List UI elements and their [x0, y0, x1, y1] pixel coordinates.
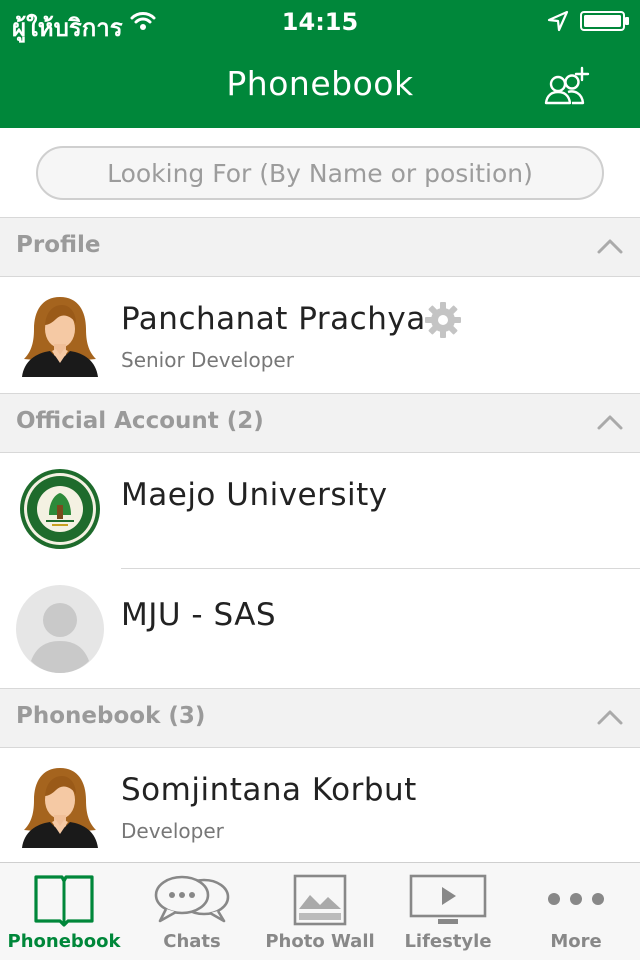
section-title: Phonebook (3) — [16, 703, 206, 729]
list-item-contact[interactable]: Somjintana Korbut Developer — [0, 748, 640, 862]
section-title: Official Account (2) — [16, 408, 264, 434]
tab-label: Chats — [163, 931, 221, 952]
tab-label: Lifestyle — [404, 931, 492, 952]
status-time: 14:15 — [281, 8, 359, 36]
section-header-profile[interactable]: Profile — [0, 217, 640, 277]
contact-name: Somjintana Korbut — [121, 772, 417, 808]
section-header-phonebook[interactable]: Phonebook (3) — [0, 688, 640, 748]
gear-icon[interactable] — [423, 300, 463, 340]
chevron-up-icon[interactable] — [596, 707, 624, 727]
search-input[interactable] — [36, 146, 604, 200]
contact-position: Developer — [121, 819, 224, 843]
list-item-official[interactable]: MJU - SAS — [0, 569, 640, 688]
tab-more[interactable]: More — [512, 863, 640, 960]
tab-bar: Phonebook Chats Photo Wall Lifestyle Mor… — [0, 862, 640, 960]
chevron-up-icon[interactable] — [596, 412, 624, 432]
app-header: ผู้ให้บริการ 14:15 Phonebook — [0, 0, 640, 128]
status-bar: ผู้ให้บริการ 14:15 — [0, 0, 640, 44]
tab-label: More — [550, 931, 602, 952]
tab-label: Phonebook — [7, 931, 121, 952]
female-avatar — [16, 760, 104, 848]
more-dots-icon — [548, 893, 604, 905]
profile-name: Panchanat Prachya — [121, 301, 426, 337]
tv-play-icon — [409, 874, 487, 924]
chat-bubbles-icon — [154, 875, 230, 923]
list-item-official[interactable]: Maejo University — [0, 453, 640, 569]
tab-lifestyle[interactable]: Lifestyle — [384, 863, 512, 960]
search-area — [0, 128, 640, 218]
default-avatar — [16, 585, 104, 673]
section-title: Profile — [16, 232, 101, 258]
section-header-official[interactable]: Official Account (2) — [0, 393, 640, 453]
add-contact-icon[interactable] — [544, 66, 590, 106]
book-icon — [34, 875, 94, 927]
female-avatar — [16, 289, 104, 377]
tab-chats[interactable]: Chats — [128, 863, 256, 960]
profile-position: Senior Developer — [121, 348, 294, 372]
photo-icon — [293, 874, 347, 926]
official-name: MJU - SAS — [121, 597, 277, 633]
tab-label: Photo Wall — [265, 931, 375, 952]
profile-row[interactable]: Panchanat Prachya Senior Developer — [0, 277, 640, 393]
battery-icon — [580, 11, 629, 31]
tab-photo-wall[interactable]: Photo Wall — [256, 863, 384, 960]
chevron-up-icon[interactable] — [596, 236, 624, 256]
location-arrow-icon — [547, 10, 569, 32]
official-name: Maejo University — [121, 477, 388, 513]
university-seal — [20, 469, 100, 549]
tab-phonebook[interactable]: Phonebook — [0, 863, 128, 960]
